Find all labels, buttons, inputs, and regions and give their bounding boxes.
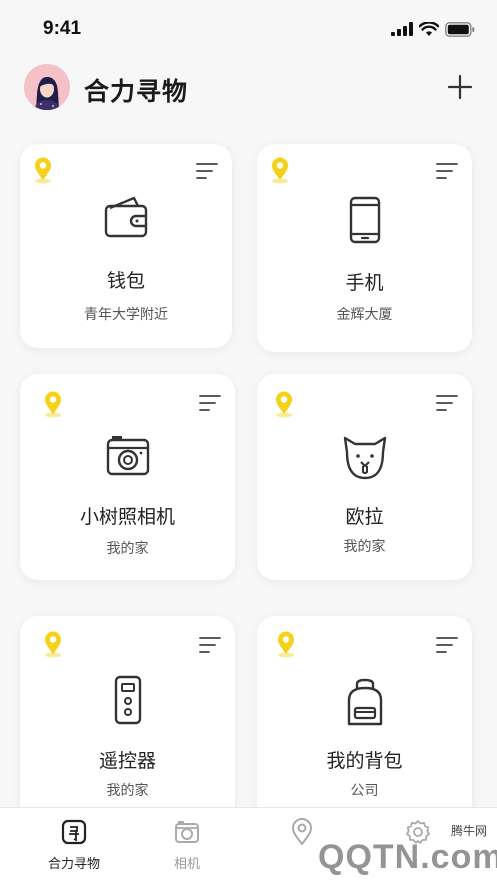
- item-location: 公司: [350, 782, 379, 798]
- item-location: 我的家: [343, 538, 386, 554]
- signal-icon: [391, 22, 413, 36]
- avatar[interactable]: [24, 64, 70, 110]
- tab-label: 相机: [173, 856, 200, 871]
- item-card-backpack[interactable]: 我的背包 公司: [257, 616, 472, 826]
- location-pin-icon: [276, 391, 292, 418]
- pet-icon: [343, 436, 386, 480]
- tab-label: 合力寻物: [47, 856, 100, 871]
- menu-icon[interactable]: [436, 636, 458, 654]
- status-time: 9:41: [43, 18, 82, 39]
- camera-icon: [106, 436, 149, 476]
- menu-icon[interactable]: [196, 162, 218, 180]
- menu-icon[interactable]: [436, 394, 458, 412]
- item-card-remote[interactable]: 遥控器 我的家: [20, 616, 235, 826]
- location-pin-icon: [45, 391, 61, 418]
- item-location: 我的家: [106, 540, 149, 556]
- menu-icon[interactable]: [199, 394, 221, 412]
- item-name: 手机: [345, 273, 384, 294]
- item-card-phone[interactable]: 手机 金辉大厦: [257, 144, 472, 352]
- item-location: 我的家: [106, 782, 149, 798]
- phone-icon: [349, 196, 380, 244]
- backpack-icon: [347, 678, 382, 726]
- item-location: 金辉大厦: [336, 306, 393, 322]
- menu-icon[interactable]: [199, 636, 221, 654]
- find-icon: [61, 819, 87, 845]
- watermark-big: QQTN.com: [318, 838, 497, 876]
- header: 合力寻物: [0, 60, 497, 116]
- menu-icon[interactable]: [436, 162, 458, 180]
- location-pin-icon: [278, 631, 294, 658]
- item-name: 欧拉: [345, 507, 384, 528]
- location-pin-icon: [45, 631, 61, 658]
- item-name: 遥控器: [98, 751, 156, 772]
- item-card-camera[interactable]: 小树照相机 我的家: [20, 374, 235, 580]
- item-card-pet[interactable]: 欧拉 我的家: [257, 374, 472, 580]
- item-name: 我的背包: [326, 751, 403, 772]
- battery-icon: [445, 21, 475, 37]
- item-location: 青年大学附近: [84, 306, 168, 322]
- wallet-icon: [104, 196, 148, 238]
- camera-tab-icon: [175, 821, 199, 843]
- tab-find[interactable]: 合力寻物: [12, 808, 136, 883]
- watermark-small: 腾牛网: [450, 824, 487, 838]
- location-pin-icon: [272, 157, 288, 184]
- status-icons: [391, 21, 475, 37]
- tab-camera[interactable]: 相机: [125, 808, 249, 883]
- map-pin-tab-icon: [291, 818, 313, 846]
- item-card-wallet[interactable]: 钱包 青年大学附近: [20, 144, 232, 348]
- item-name: 小树照相机: [79, 507, 175, 528]
- status-bar: 9:41: [0, 0, 497, 48]
- item-name: 钱包: [106, 271, 145, 292]
- remote-icon: [114, 675, 141, 725]
- wifi-icon: [419, 21, 439, 36]
- add-button[interactable]: [447, 74, 473, 100]
- page-title: 合力寻物: [84, 78, 189, 106]
- location-pin-icon: [35, 157, 51, 184]
